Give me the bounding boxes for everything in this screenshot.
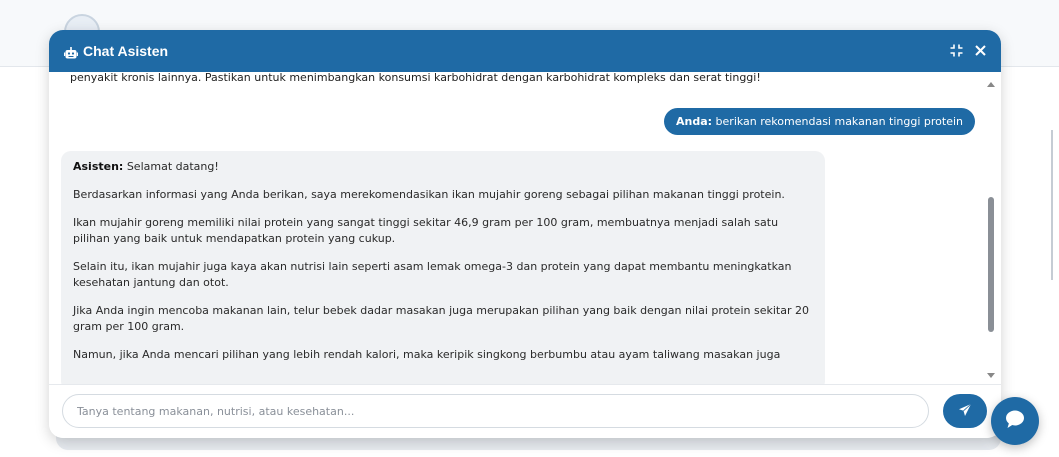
assistant-greeting: Selamat datang! [126, 160, 219, 173]
scroll-up-arrow-icon[interactable] [987, 82, 995, 87]
chat-window: Chat Asisten penyakit kronis lainnya. Pa… [49, 30, 1001, 438]
user-message-text: berikan rekomendasi makanan tinggi prote… [715, 115, 963, 128]
user-sender-label: Anda: [676, 115, 713, 128]
assistant-message: Asisten: Selamat datang! Berdasarkan inf… [61, 151, 825, 384]
assistant-paragraph: Namun, jika Anda mencari pilihan yang le… [73, 348, 781, 361]
chat-header: Chat Asisten [49, 30, 1001, 72]
chat-body[interactable]: penyakit kronis lainnya. Pastikan untuk … [49, 72, 1001, 384]
chat-footer [49, 384, 1001, 438]
user-message: Anda: berikan rekomendasi makanan tinggi… [664, 108, 975, 135]
background-card [56, 436, 1001, 450]
chat-title: Chat Asisten [83, 43, 169, 59]
assistant-paragraph: Ikan mujahir goreng memiliki nilai prote… [73, 216, 779, 245]
paper-plane-icon [958, 403, 972, 420]
message-list: penyakit kronis lainnya. Pastikan untuk … [49, 72, 979, 384]
chat-input[interactable] [62, 394, 929, 428]
assistant-paragraph: Jika Anda ingin mencoba makanan lain, te… [73, 304, 809, 333]
assistant-greeting-line: Asisten: Selamat datang! [73, 159, 813, 175]
header-actions [949, 42, 987, 58]
chat-toggle-button[interactable] [991, 397, 1039, 445]
assistant-paragraph: Berdasarkan informasi yang Anda berikan,… [73, 188, 785, 201]
assistant-sender-label: Asisten: [73, 160, 124, 173]
robot-icon [64, 45, 78, 58]
previous-message-text: penyakit kronis lainnya. Pastikan untuk … [70, 72, 761, 84]
scrollbar-thumb[interactable] [988, 197, 994, 332]
send-button[interactable] [943, 394, 987, 428]
assistant-paragraph: Selain itu, ikan mujahir juga kaya akan … [73, 260, 792, 289]
compress-icon[interactable] [949, 42, 963, 58]
chat-bubble-icon [1004, 408, 1026, 434]
close-icon[interactable] [973, 42, 987, 58]
scrollbar[interactable] [985, 72, 997, 384]
scroll-down-arrow-icon[interactable] [987, 373, 995, 378]
background-divider [1051, 130, 1053, 280]
